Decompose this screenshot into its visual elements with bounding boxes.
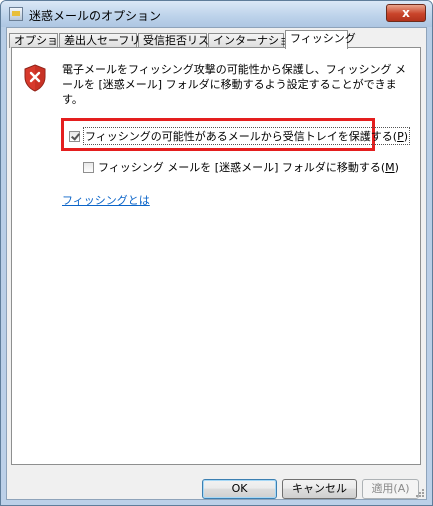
tab-phishing[interactable]: フィッシング: [285, 30, 356, 49]
resize-grip-icon[interactable]: [414, 487, 424, 497]
phishing-panel: 電子メールをフィッシング攻撃の可能性から保護し、フィッシング メールを [迷惑メ…: [11, 47, 421, 465]
tab-international[interactable]: インターナショナル: [208, 33, 312, 48]
ok-button[interactable]: OK: [202, 479, 277, 499]
app-icon: [9, 7, 23, 21]
title-bar[interactable]: 迷惑メールのオプション x: [1, 1, 432, 27]
close-button[interactable]: x: [386, 4, 426, 22]
protect-inbox-checkbox[interactable]: [69, 130, 80, 142]
dialog-window: 迷惑メールのオプション x オプション 差出人セーフリスト 受信拒否リスト イン…: [0, 0, 433, 506]
shield-warning-icon: [24, 64, 46, 92]
window-title: 迷惑メールのオプション: [29, 9, 162, 23]
tab-safe-senders[interactable]: 差出人セーフリスト: [59, 33, 162, 48]
protect-inbox-option[interactable]: フィッシングの可能性があるメールから受信トレイを保護する(P): [69, 127, 411, 145]
move-phishing-checkbox[interactable]: [83, 161, 94, 173]
tab-blocked-senders[interactable]: 受信拒否リスト: [138, 33, 220, 48]
move-phishing-option[interactable]: フィッシング メールを [迷惑メール] フォルダに移動する(M): [83, 159, 399, 175]
dialog-client: オプション 差出人セーフリスト 受信拒否リスト インターナショナル フィッシング…: [6, 27, 427, 500]
move-phishing-label[interactable]: フィッシング メールを [迷惑メール] フォルダに移動する(M): [98, 159, 399, 175]
what-is-phishing-link[interactable]: フィッシングとは: [62, 192, 150, 208]
protect-inbox-label[interactable]: フィッシングの可能性があるメールから受信トレイを保護する(P): [82, 127, 411, 145]
cancel-button[interactable]: キャンセル: [282, 479, 357, 499]
apply-button[interactable]: 適用(A): [362, 479, 419, 499]
tab-options[interactable]: オプション: [9, 33, 69, 48]
phishing-description: 電子メールをフィッシング攻撃の可能性から保護し、フィッシング メールを [迷惑メ…: [62, 63, 407, 106]
